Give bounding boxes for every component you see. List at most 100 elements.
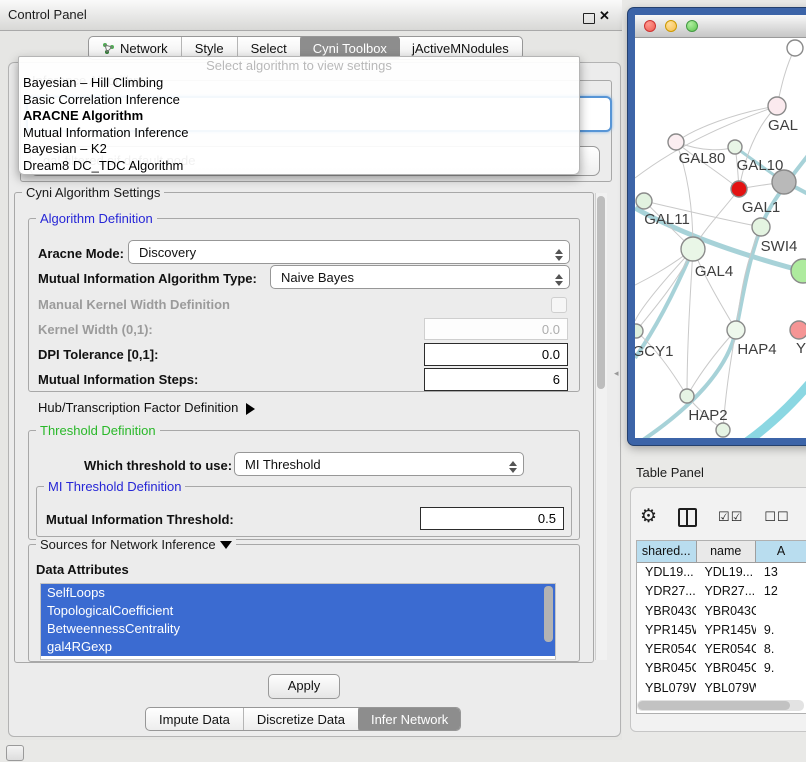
table-cell[interactable]: YDR27...: [637, 582, 696, 601]
network-edge[interactable]: [643, 153, 806, 440]
network-node[interactable]: [787, 40, 803, 56]
table-cell[interactable]: YBR045C: [637, 659, 696, 678]
data-attribute-item[interactable]: TopologicalCoefficient: [41, 602, 555, 620]
table-cell[interactable]: 9.: [756, 621, 806, 640]
data-attribute-item[interactable]: SelfLoops: [41, 584, 555, 602]
network-node[interactable]: [731, 181, 747, 197]
manual-kernel-checkbox[interactable]: [551, 297, 567, 313]
network-edge[interactable]: [735, 383, 806, 445]
network-node[interactable]: [791, 259, 806, 283]
column-header[interactable]: A: [756, 541, 806, 563]
table-row[interactable]: YBR045CYBR045C9.: [637, 659, 806, 678]
table-cell[interactable]: [756, 602, 806, 621]
table-row[interactable]: YBR043CYBR043C: [637, 602, 806, 621]
table-row[interactable]: YPR145WYPR145W9.: [637, 621, 806, 640]
table-cell[interactable]: YBR045C: [696, 659, 755, 678]
mi-steps-field[interactable]: 6: [424, 368, 568, 391]
hub-definition-expander[interactable]: Hub/Transcription Factor Definition: [38, 400, 261, 415]
gear-icon[interactable]: ⚙: [640, 506, 657, 528]
deselect-all-checkboxes-icon[interactable]: ☐☐: [764, 509, 789, 525]
table-cell[interactable]: YBL079W: [637, 679, 696, 698]
panel-splitter-handle[interactable]: ◂: [614, 368, 619, 379]
table-cell[interactable]: YER054C: [696, 640, 755, 659]
column-header[interactable]: name: [697, 541, 757, 563]
data-attributes-label: Data Attributes: [36, 562, 129, 577]
table-cell[interactable]: YDL19...: [696, 563, 755, 582]
algorithm-option[interactable]: Bayesian – K2: [19, 141, 579, 158]
table-row[interactable]: YDR27...YDR27...12: [637, 582, 806, 601]
table-cell[interactable]: YBL079W: [696, 679, 755, 698]
settings-scrollbar-thumb[interactable]: [597, 196, 605, 389]
columns-icon[interactable]: [678, 508, 697, 527]
tab-impute-data[interactable]: Impute Data: [146, 708, 244, 730]
network-node[interactable]: [680, 389, 694, 403]
aracne-mode-combobox[interactable]: Discovery: [128, 240, 570, 264]
data-attribute-item[interactable]: gal4RGexp: [41, 638, 555, 656]
table-cell[interactable]: YPR145W: [637, 621, 696, 640]
network-window-titlebar: [635, 15, 806, 38]
table-cell[interactable]: YDL19...: [637, 563, 696, 582]
data-attribute-item[interactable]: BetweennessCentrality: [41, 620, 555, 638]
network-edge[interactable]: [636, 249, 693, 331]
table-toolbar: ⚙ ☑☑ ☐☐: [640, 504, 806, 530]
node-table[interactable]: shared...nameA YDL19...YDL19...13YDR27..…: [636, 540, 806, 714]
algorithm-option[interactable]: Mutual Information Inference: [19, 125, 579, 142]
algorithm-option[interactable]: Dream8 DC_TDC Algorithm: [19, 158, 579, 175]
network-node[interactable]: [636, 193, 652, 209]
dpi-tolerance-field[interactable]: 0.0: [424, 343, 568, 366]
network-edge[interactable]: [687, 330, 736, 396]
float-window-icon[interactable]: [583, 13, 595, 24]
table-cell[interactable]: YBR043C: [637, 602, 696, 621]
table-row[interactable]: YDL19...YDL19...13: [637, 563, 806, 582]
table-cell[interactable]: 12: [756, 582, 806, 601]
minimized-panel-icon[interactable]: [6, 745, 24, 761]
table-cell[interactable]: YDR27...: [696, 582, 755, 601]
minimize-traffic-light-icon[interactable]: [665, 20, 677, 32]
select-all-checkboxes-icon[interactable]: ☑☑: [718, 509, 743, 525]
table-cell[interactable]: 9.: [756, 659, 806, 678]
table-row[interactable]: YBL079WYBL079W: [637, 679, 806, 698]
list-scrollbar-thumb[interactable]: [544, 586, 553, 642]
network-node[interactable]: [635, 324, 643, 338]
apply-button[interactable]: Apply: [268, 674, 340, 699]
network-canvas[interactable]: GALGAL80GAL10GAL1GAL11SWI4GAL4GCY1HAP4YH…: [635, 38, 806, 445]
column-header[interactable]: shared...: [637, 541, 697, 563]
data-attributes-list[interactable]: SelfLoopsTopologicalCoefficientBetweenne…: [40, 583, 556, 660]
table-cell[interactable]: YBR043C: [696, 602, 755, 621]
network-edge[interactable]: [693, 249, 736, 330]
network-view-window[interactable]: GALGAL80GAL10GAL1GAL11SWI4GAL4GCY1HAP4YH…: [628, 8, 806, 445]
table-row[interactable]: YER054CYER054C8.: [637, 640, 806, 659]
which-threshold-combobox[interactable]: MI Threshold: [234, 452, 524, 476]
close-traffic-light-icon[interactable]: [644, 20, 656, 32]
kernel-width-field[interactable]: 0.0: [424, 318, 568, 340]
algorithm-option[interactable]: Basic Correlation Inference: [19, 92, 579, 109]
table-cell[interactable]: YPR145W: [696, 621, 755, 640]
network-node[interactable]: [681, 237, 705, 261]
tab-label: jActiveMNodules: [412, 41, 509, 56]
close-icon[interactable]: ✕: [599, 8, 610, 24]
algorithm-option[interactable]: ARACNE Algorithm: [19, 108, 579, 125]
network-edge[interactable]: [687, 249, 693, 396]
network-edge[interactable]: [636, 331, 687, 396]
network-node[interactable]: [716, 423, 730, 437]
mi-threshold-field[interactable]: 0.5: [420, 507, 564, 530]
sources-group-label[interactable]: Sources for Network Inference: [36, 537, 236, 555]
table-cell[interactable]: YER054C: [637, 640, 696, 659]
zoom-traffic-light-icon[interactable]: [686, 20, 698, 32]
settings-scrollbar[interactable]: [595, 193, 607, 660]
mi-type-combobox[interactable]: Naive Bayes: [270, 265, 570, 289]
table-scrollbar-thumb[interactable]: [638, 701, 790, 710]
network-node[interactable]: [727, 321, 745, 339]
network-node[interactable]: [790, 321, 806, 339]
algorithm-option[interactable]: Bayesian – Hill Climbing: [19, 75, 579, 92]
network-node[interactable]: [768, 97, 786, 115]
table-cell[interactable]: 13: [756, 563, 806, 582]
table-cell[interactable]: 8.: [756, 640, 806, 659]
tab-infer-network[interactable]: Infer Network: [358, 707, 461, 731]
network-node[interactable]: [752, 218, 770, 236]
network-node[interactable]: [728, 140, 742, 154]
network-node[interactable]: [668, 134, 684, 150]
table-cell[interactable]: [756, 679, 806, 698]
tab-discretize-data[interactable]: Discretize Data: [244, 708, 359, 730]
table-horizontal-scrollbar[interactable]: [637, 700, 804, 711]
